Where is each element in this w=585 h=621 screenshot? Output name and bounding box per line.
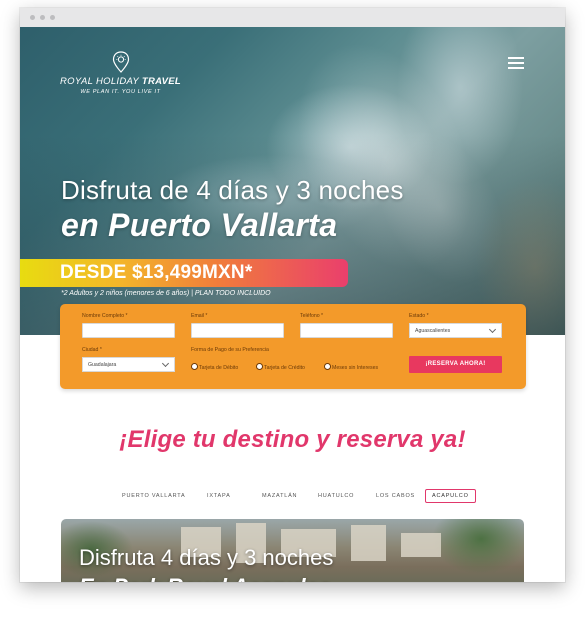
booking-form: Nombre Completo * Email * Teléfono * Est… [60,304,526,389]
name-field[interactable] [82,323,175,338]
brand-tagline: WE PLAN IT. YOU LIVE IT [80,89,161,95]
resort-title: Disfruta 4 días y 3 noches [79,545,334,570]
page-viewport: ROYAL HOLIDAY TRAVEL WE PLAN IT. YOU LIV… [20,27,565,582]
email-field[interactable] [191,323,284,338]
brand-name: ROYAL HOLIDAY TRAVEL [60,76,181,87]
phone-field[interactable] [300,323,393,338]
radio-icon [256,363,263,370]
state-value: Aguascalientes [415,328,451,334]
payment-option-debit[interactable]: Tarjeta de Débito [191,363,238,371]
resort-card[interactable]: Disfruta 4 días y 3 noches En Park Royal… [61,519,524,582]
price-note: *2 Adultos y 2 niños (menores de 6 años)… [61,290,271,297]
destination-tabs: PUERTO VALLARTA IXTAPA MAZATLÁN HUATULCO… [20,489,565,503]
section-heading: ¡Elige tu destino y reserva ya! [119,426,466,453]
radio-icon [324,363,331,370]
state-label: Estado * [409,313,429,319]
hero-banner: ROYAL HOLIDAY TRAVEL WE PLAN IT. YOU LIV… [20,27,565,335]
tab-ixtapa[interactable]: IXTAPA [207,489,231,503]
tab-acapulco[interactable]: ACAPULCO [425,489,476,503]
reserve-button[interactable]: ¡RESERVA AHORA! [409,356,502,373]
window-dot-icon [50,15,55,20]
brand-logo[interactable]: ROYAL HOLIDAY TRAVEL WE PLAN IT. YOU LIV… [58,51,183,111]
name-label: Nombre Completo * [82,313,128,319]
window-dot-icon [30,15,35,20]
price-banner: DESDE $13,499MXN* [20,259,348,287]
browser-chrome [20,8,565,28]
window-dot-icon [40,15,45,20]
city-select[interactable]: Guadalajara [82,357,175,372]
tab-los-cabos[interactable]: LOS CABOS [376,489,415,503]
tab-puerto-vallarta[interactable]: PUERTO VALLARTA [122,489,185,503]
radio-icon [191,363,198,370]
browser-window: ROYAL HOLIDAY TRAVEL WE PLAN IT. YOU LIV… [20,8,565,582]
price-text: DESDE $13,499MXN* [60,262,253,283]
chevron-down-icon [161,359,170,368]
hero-title-line1: Disfruta de 4 días y 3 noches [61,175,404,205]
tab-mazatlan[interactable]: MAZATLÁN [262,489,297,503]
phone-label: Teléfono * [300,313,324,319]
payment-option-msi[interactable]: Meses sin Intereses [324,363,378,371]
state-select[interactable]: Aguascalientes [409,323,502,338]
city-label: Ciudad * [82,347,102,353]
tab-huatulco[interactable]: HUATULCO [318,489,354,503]
location-pin-icon [112,51,129,73]
resort-subtitle: En Park Royal Acapulco [79,574,331,582]
payment-option-credit[interactable]: Tarjeta de Crédito [256,363,305,371]
email-label: Email * [191,313,208,319]
hamburger-menu-icon[interactable] [508,57,524,69]
chevron-down-icon [488,325,497,334]
hero-title-line2: en Puerto Vallarta [61,207,338,243]
payment-label: Forma de Pago de su Preferencia [191,347,269,353]
city-value: Guadalajara [88,362,117,368]
